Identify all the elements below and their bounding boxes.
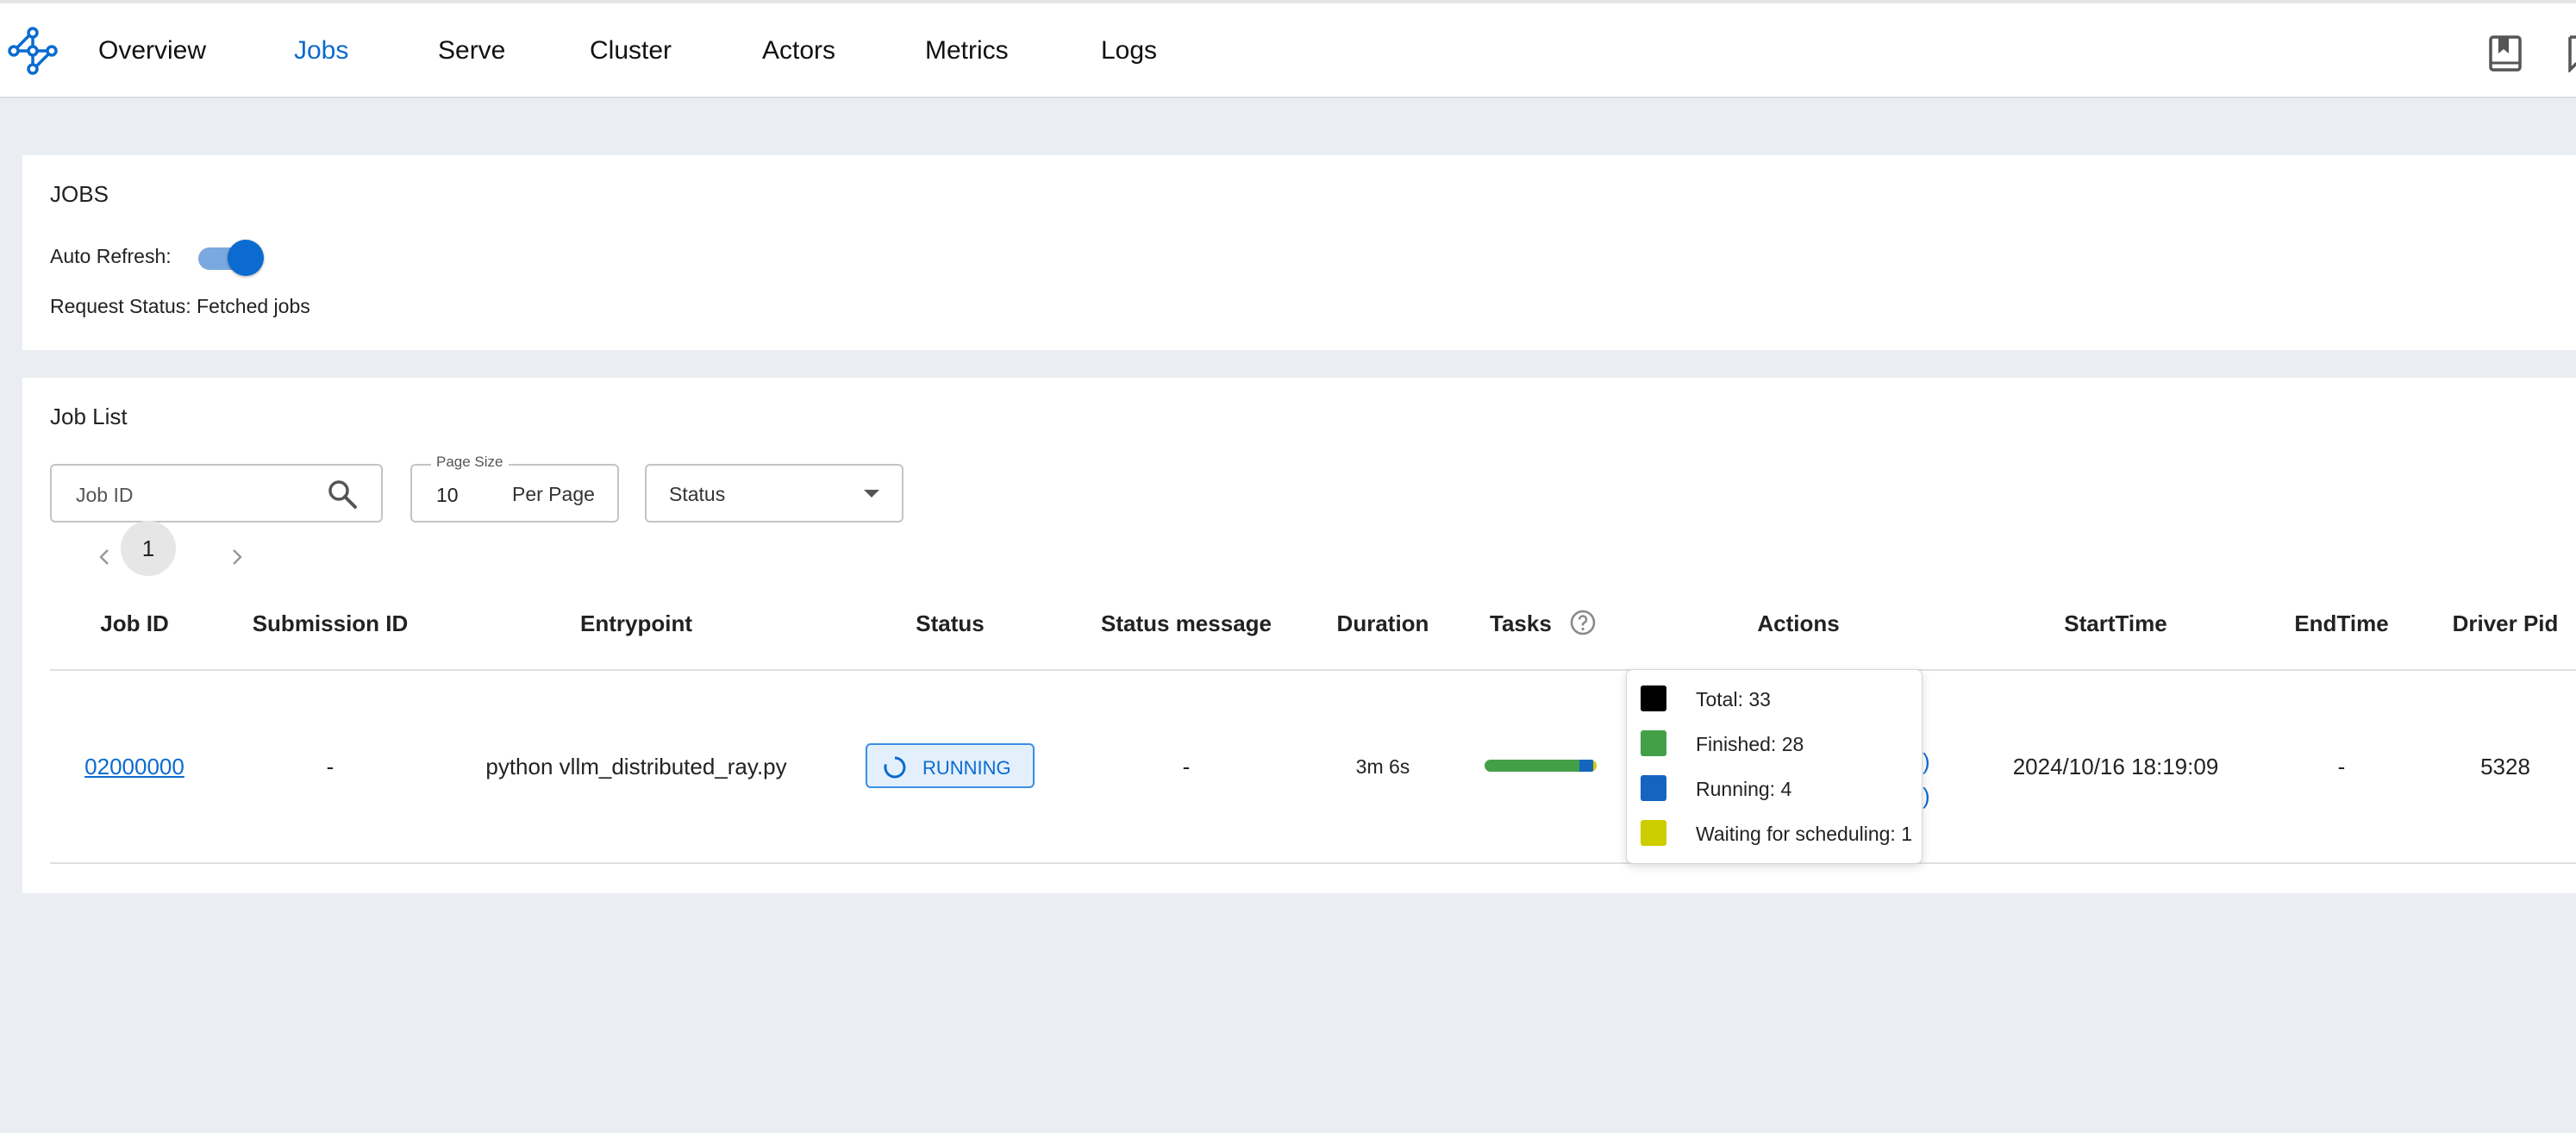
- entrypoint-cell: python vllm_distributed_ray.py: [485, 754, 787, 779]
- driver-pid-cell: 5328: [2480, 754, 2530, 779]
- docs-book-icon[interactable]: [2488, 34, 2523, 72]
- col-status-message[interactable]: Status message: [1101, 610, 1272, 637]
- page-size-field: Page Size Per Page: [410, 454, 619, 523]
- col-job-id[interactable]: Job ID: [100, 610, 168, 637]
- col-entrypoint[interactable]: Entrypoint: [580, 610, 692, 637]
- header-divider: [50, 669, 2576, 671]
- chevron-left-icon[interactable]: [91, 541, 117, 573]
- search-icon[interactable]: [326, 478, 359, 510]
- swatch-total: [1641, 685, 1666, 711]
- per-page-label: Per Page: [512, 483, 595, 505]
- status-badge-label: RUNNING: [922, 757, 1011, 779]
- nav-logs[interactable]: Logs: [1101, 36, 1157, 66]
- action-link-fragment[interactable]: ): [1923, 783, 1930, 810]
- col-duration[interactable]: Duration: [1337, 610, 1429, 637]
- tooltip-running: Running: 4: [1696, 778, 1792, 800]
- nav-jobs[interactable]: Jobs: [294, 36, 348, 66]
- request-status-text: Request Status: Fetched jobs: [50, 295, 310, 317]
- nav-overview[interactable]: Overview: [98, 36, 206, 66]
- swatch-finished: [1641, 730, 1666, 756]
- nav-serve[interactable]: Serve: [438, 36, 505, 66]
- col-end-time[interactable]: EndTime: [2294, 610, 2388, 637]
- tasks-bar-finished: [1485, 760, 1580, 772]
- col-driver-pid[interactable]: Driver Pid: [2453, 610, 2559, 637]
- chevron-right-icon[interactable]: [224, 541, 250, 573]
- nav-metrics[interactable]: Metrics: [925, 36, 1009, 66]
- submission-id-cell: -: [326, 754, 335, 779]
- help-icon[interactable]: [1569, 609, 1597, 636]
- tasks-tooltip: Total: 33 Finished: 28 Running: 4 Waitin…: [1626, 669, 1923, 864]
- swatch-running: [1641, 775, 1666, 801]
- job-id-search-field: [50, 464, 383, 523]
- nav-cluster[interactable]: Cluster: [590, 36, 672, 66]
- col-tasks[interactable]: Tasks: [1490, 610, 1552, 637]
- page-size-label: Page Size: [431, 454, 509, 471]
- auto-refresh-toggle[interactable]: [195, 240, 266, 276]
- row-divider: [50, 862, 2576, 864]
- col-status[interactable]: Status: [916, 610, 984, 637]
- auto-refresh-label: Auto Refresh:: [50, 245, 172, 267]
- action-link-fragment[interactable]: ): [1923, 748, 1930, 775]
- tasks-progress-bar[interactable]: [1485, 760, 1597, 772]
- swatch-waiting: [1641, 820, 1666, 846]
- job-id-input[interactable]: [74, 483, 328, 508]
- pagination-page-1[interactable]: 1: [121, 521, 176, 576]
- ray-logo-icon[interactable]: [7, 26, 59, 76]
- jobs-card: JOBS Auto Refresh: Request Status: Fetch…: [22, 155, 2576, 350]
- duration-cell: 3m 6s: [1355, 755, 1410, 778]
- end-time-cell: -: [2337, 754, 2346, 779]
- tooltip-finished: Finished: 28: [1696, 733, 1804, 755]
- status-message-cell: -: [1182, 754, 1191, 779]
- col-start-time[interactable]: StartTime: [2064, 610, 2166, 637]
- job-list-title: Job List: [50, 404, 128, 429]
- status-select-label: Status: [669, 483, 726, 505]
- top-navigation: Overview Jobs Serve Cluster Actors Metri…: [0, 0, 2576, 98]
- tasks-bar-waiting: [1593, 760, 1597, 772]
- tasks-bar-running: [1579, 760, 1594, 772]
- loading-spinner-icon: [884, 756, 906, 779]
- feedback-icon[interactable]: [2559, 34, 2576, 72]
- nav-actors[interactable]: Actors: [762, 36, 835, 66]
- col-actions[interactable]: Actions: [1757, 610, 1839, 637]
- status-badge: RUNNING: [866, 743, 1035, 788]
- toggle-thumb: [228, 240, 264, 276]
- status-filter-select[interactable]: Status: [645, 464, 903, 523]
- tooltip-total: Total: 33: [1696, 688, 1771, 710]
- job-list-card: Job List Page Size Per Page Status 1 Job…: [22, 378, 2576, 893]
- job-id-link[interactable]: 02000000: [84, 754, 184, 780]
- page-size-input[interactable]: [435, 483, 490, 508]
- jobs-card-title: JOBS: [50, 181, 109, 207]
- tooltip-waiting: Waiting for scheduling: 1: [1696, 823, 1913, 845]
- start-time-cell: 2024/10/16 18:19:09: [2012, 754, 2219, 779]
- col-submission-id[interactable]: Submission ID: [253, 610, 409, 637]
- chevron-down-icon: [864, 490, 879, 498]
